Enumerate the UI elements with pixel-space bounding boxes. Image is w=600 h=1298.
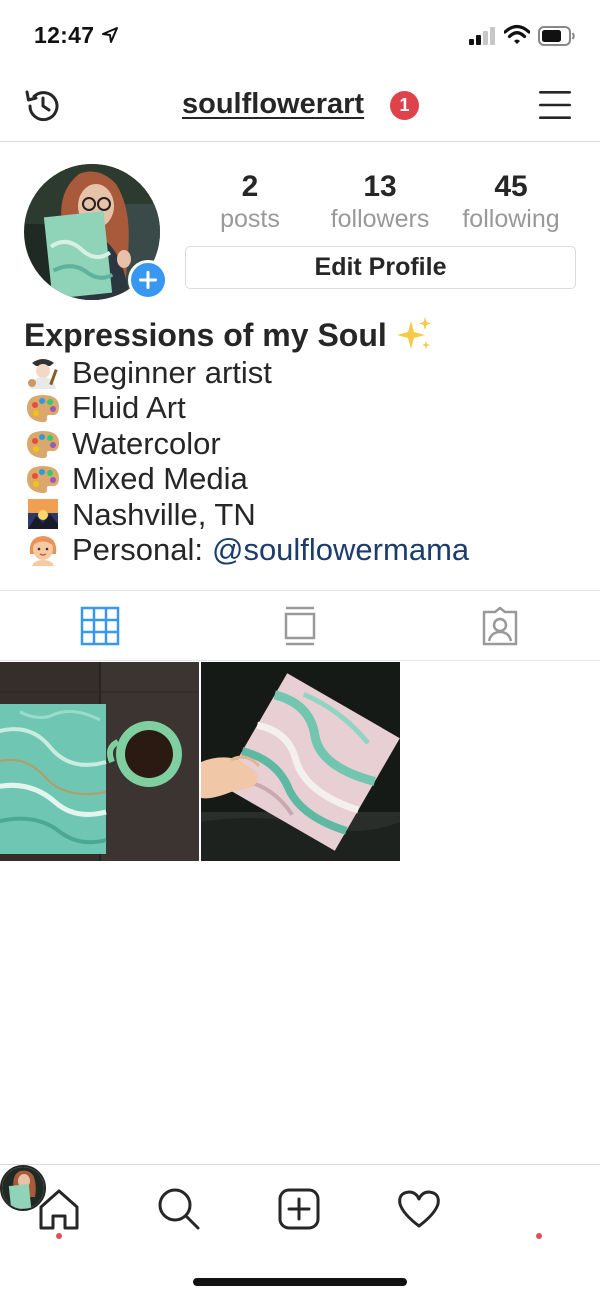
search-icon[interactable]: [157, 1187, 201, 1231]
post-thumbnail[interactable]: [0, 662, 199, 861]
profile-activity-dot: [536, 1233, 542, 1239]
home-activity-dot: [56, 1233, 62, 1239]
followers-count: 13: [363, 170, 397, 203]
followers-label: followers: [330, 205, 430, 233]
bio-line-personal: Personal: @soulflowermama: [24, 532, 584, 567]
artist-icon: [28, 358, 58, 389]
bio-line-text: Fluid Art: [72, 390, 186, 426]
home-indicator: [193, 1278, 407, 1286]
notification-badge[interactable]: 1: [390, 91, 419, 120]
bio-name: Expressions of my Soul: [24, 317, 387, 353]
bio-line-text: Watercolor: [72, 425, 221, 461]
bio-name-row: Expressions of my Soul: [24, 315, 584, 355]
bio-line-fluid-art: Fluid Art: [24, 390, 584, 425]
personal-account-link[interactable]: @soulflowermama: [212, 532, 469, 567]
profile-tabs: [0, 590, 600, 661]
followers-stat[interactable]: 13 followers: [320, 170, 440, 234]
bio-line-text: Personal:: [72, 532, 203, 568]
edit-profile-button[interactable]: Edit Profile: [185, 246, 576, 289]
location-arrow-icon: [102, 27, 118, 43]
posts-label: posts: [220, 205, 280, 233]
home-icon[interactable]: [37, 1187, 81, 1231]
bio-line-artist: Beginner artist: [24, 355, 584, 390]
bio-line-text: Mixed Media: [72, 461, 248, 497]
following-stat[interactable]: 45 following: [455, 170, 567, 234]
bio-line-mixed-media: Mixed Media: [24, 461, 584, 496]
battery-icon: [538, 26, 575, 46]
signal-icon: [469, 27, 495, 45]
tagged-icon[interactable]: [480, 606, 520, 646]
sparkles-icon: [396, 317, 431, 349]
posts-count: 2: [241, 170, 259, 203]
menu-icon[interactable]: [537, 88, 573, 122]
status-time: 12:47: [34, 22, 95, 48]
wifi-icon: [504, 24, 530, 44]
person-icon: [29, 535, 57, 566]
palette-icon: [27, 430, 59, 458]
add-post-icon[interactable]: [277, 1187, 321, 1231]
palette-icon: [27, 465, 59, 494]
bottom-tab-bar: [0, 1164, 600, 1298]
profile-bio: Expressions of my Soul Beginner artist F…: [24, 315, 584, 567]
palette-icon: [27, 395, 59, 423]
post-image-canvas-coffee: [0, 662, 199, 861]
heart-icon[interactable]: [397, 1187, 441, 1231]
posts-grid: [0, 662, 600, 861]
plus-icon: [139, 271, 157, 289]
bio-line-text: Nashville, TN: [72, 496, 256, 532]
profile-stats: 2 posts 13 followers 45 following: [190, 170, 580, 240]
following-count: 45: [494, 170, 528, 203]
bio-line-text: Beginner artist: [72, 355, 272, 390]
feed-icon[interactable]: [280, 606, 320, 646]
post-thumbnail[interactable]: [201, 662, 400, 861]
bio-line-location: Nashville, TN: [24, 497, 584, 532]
profile-avatar[interactable]: [24, 164, 168, 300]
post-image-pour-painting: [201, 662, 400, 861]
grid-icon[interactable]: [80, 606, 120, 646]
posts-stat[interactable]: 2 posts: [200, 170, 300, 234]
sunset-icon: [28, 499, 58, 530]
bio-line-watercolor: Watercolor: [24, 426, 584, 461]
add-story-button[interactable]: [128, 260, 168, 300]
following-label: following: [462, 205, 560, 233]
status-bar: 12:47: [0, 0, 600, 70]
username-title[interactable]: soulflowerart: [182, 88, 364, 121]
archive-history-icon[interactable]: [22, 85, 64, 127]
profile-header-bar: soulflowerart 1: [0, 70, 600, 142]
